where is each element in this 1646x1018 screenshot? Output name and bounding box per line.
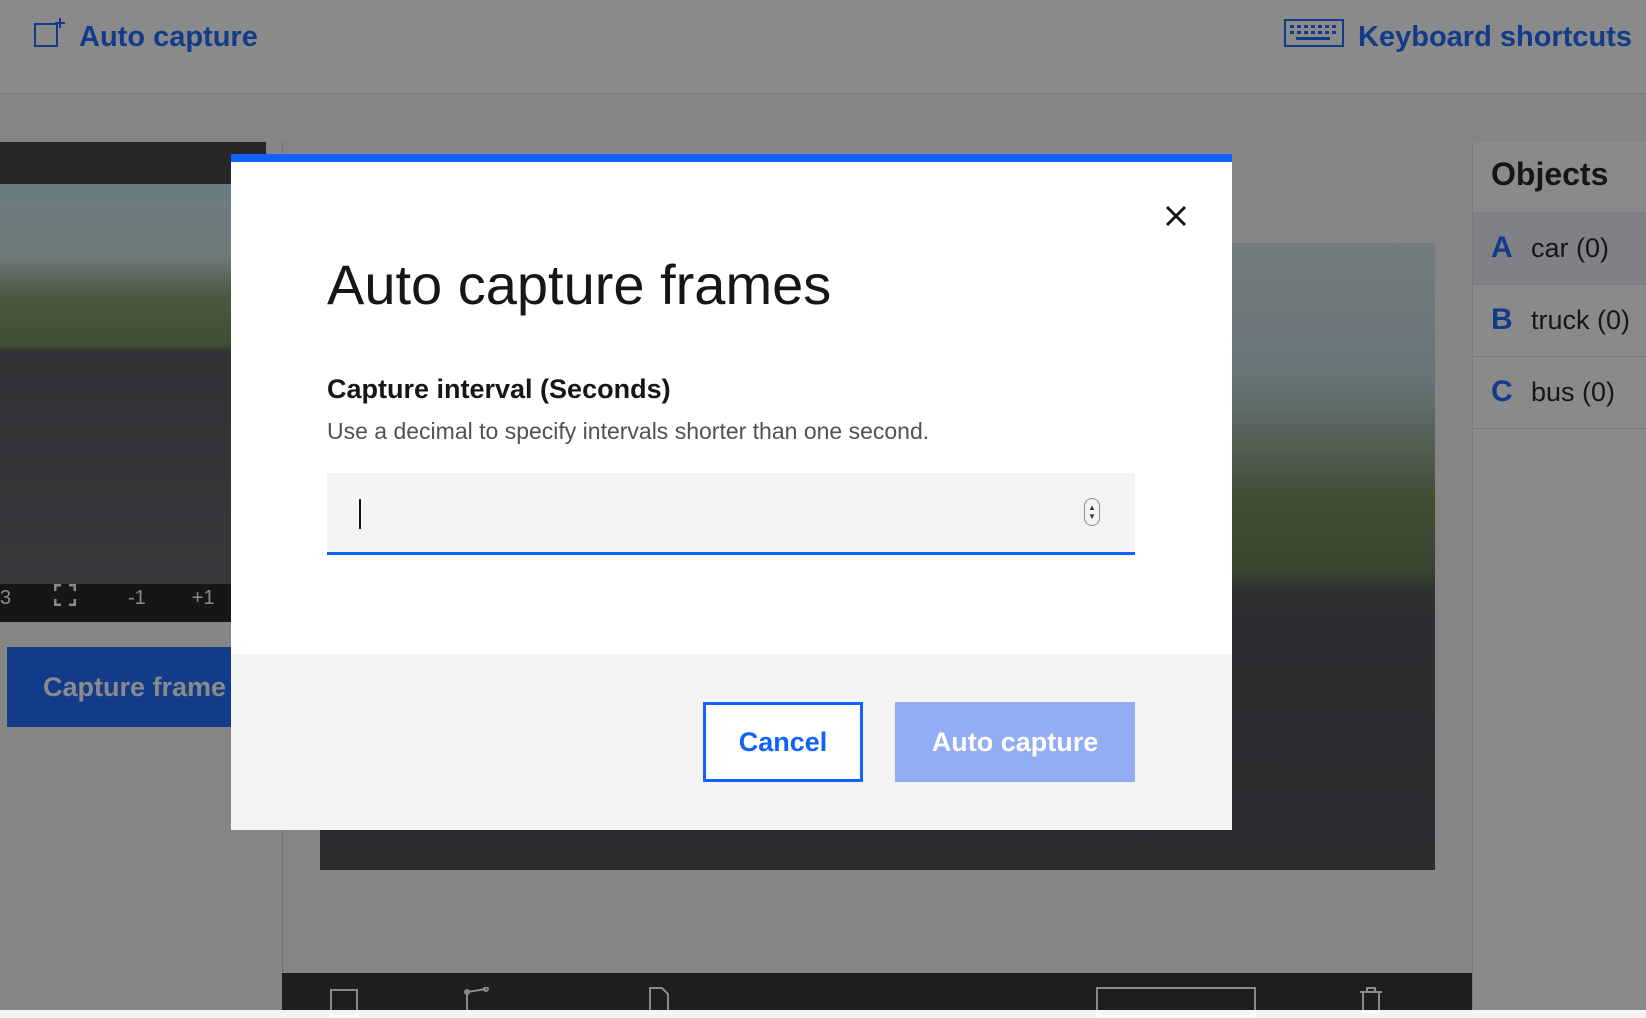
interval-input[interactable] xyxy=(327,473,1135,555)
dialog-title: Auto capture frames xyxy=(327,253,832,316)
dialog-footer: Cancel Auto capture xyxy=(231,654,1232,830)
auto-capture-submit-button[interactable]: Auto capture xyxy=(895,702,1135,782)
decrement-icon[interactable]: ▼ xyxy=(1088,512,1096,521)
interval-label: Capture interval (Seconds) xyxy=(327,374,671,404)
cancel-button[interactable]: Cancel xyxy=(703,702,863,782)
text-cursor xyxy=(359,499,361,529)
close-icon xyxy=(1165,205,1187,232)
close-button[interactable] xyxy=(1156,198,1196,238)
auto-capture-dialog: Auto capture frames Capture interval (Se… xyxy=(231,154,1232,830)
interval-help-text: Use a decimal to specify intervals short… xyxy=(327,418,930,444)
increment-icon[interactable]: ▲ xyxy=(1088,503,1096,512)
number-stepper[interactable]: ▲ ▼ xyxy=(1084,498,1100,526)
